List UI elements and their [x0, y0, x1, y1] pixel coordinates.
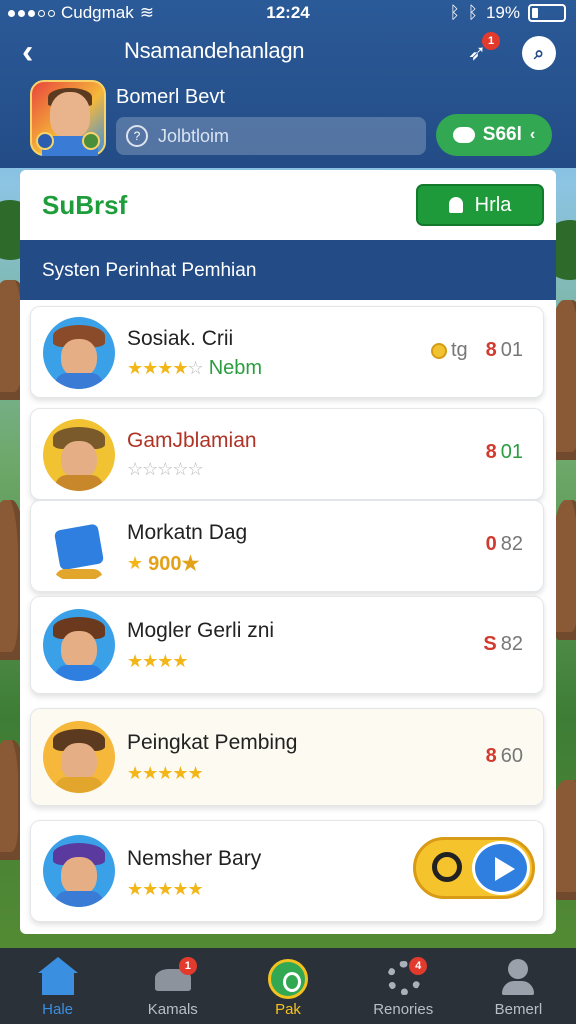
status-bar: Cudgmak ≋ 12:24 ᛒ ᛒ 19%: [0, 0, 576, 26]
notification-badge: 1: [482, 32, 500, 50]
help-icon: ?: [126, 125, 148, 147]
tab-renories[interactable]: 4 Renories: [346, 948, 461, 1024]
notification-badge: 4: [409, 957, 428, 975]
star-rating: ★★★★: [127, 358, 189, 378]
list-item-name: GamJblamian: [127, 429, 257, 452]
star-rating: ★★★★: [127, 651, 189, 671]
coin-label: tg: [450, 339, 468, 361]
top-action-label: Hrla: [474, 193, 512, 216]
value-primary: 0: [485, 533, 497, 555]
battery-percent: 19%: [485, 3, 520, 22]
play-icon: [472, 841, 530, 895]
value-secondary: 60: [500, 745, 523, 767]
quest-icon: [432, 852, 462, 882]
username: Bomerl Bevt: [116, 86, 225, 108]
list-item[interactable]: Morkatn Dag ★ 900★ 0 82: [30, 500, 544, 592]
list-item-name: Mogler Gerli zni: [127, 619, 275, 642]
content-panel: SuBrsf Hrla Systen Perinhat Pemhian Sosi…: [20, 170, 556, 934]
value-primary: S: [483, 633, 497, 655]
notification-badge: 1: [178, 957, 197, 975]
search-input[interactable]: [158, 125, 398, 147]
value-primary: 8: [485, 339, 497, 361]
list-item[interactable]: Peingkat Pembing ★★★★★ 8 60: [30, 708, 544, 806]
bell-icon: [448, 197, 463, 213]
bluetooth-icon: ᛒ: [449, 3, 460, 22]
coin-button[interactable]: S66l ‹: [436, 114, 552, 156]
star-rating: ★★★★★: [127, 879, 204, 899]
coin-icon: [430, 342, 447, 359]
app-header: Cudgmak ≋ 12:24 ᛒ ᛒ 19% ‹ Nsamandehanlag…: [0, 0, 576, 168]
avatar: [43, 609, 115, 681]
tab-bemerl[interactable]: Bemerl: [461, 948, 576, 1024]
star-rating: ★: [127, 553, 143, 573]
list-item-name: Sosiak. Crii: [127, 327, 234, 350]
tab-home[interactable]: Hale: [0, 948, 115, 1024]
list-item[interactable]: Mogler Gerli zni ★★★★ S 82: [30, 596, 544, 694]
battery-icon: [528, 4, 566, 22]
list-item-tag: Nebm: [208, 357, 263, 379]
list-item-tag: 900★: [148, 553, 200, 575]
back-button[interactable]: ‹: [22, 34, 33, 70]
tab-label: Hale: [42, 1001, 74, 1018]
avatar: [43, 419, 115, 491]
bottom-tab-bar: Hale 1 Kamals Pak 4 Renories Bemerl: [0, 948, 576, 1024]
empty-stars: ☆☆☆☆☆: [127, 459, 204, 479]
tab-label: Pak: [275, 1001, 301, 1018]
section-header: Systen Perinhat Pemhian: [20, 240, 556, 300]
share-button[interactable]: ➶ 1: [460, 32, 500, 70]
search-box[interactable]: ?: [116, 117, 426, 155]
cash-icon: [452, 127, 475, 143]
nav-bar: ‹ Nsamandehanlagn ➶ 1 ⌕: [0, 30, 576, 74]
value-secondary: 82: [500, 633, 523, 655]
value-primary: 8: [485, 745, 497, 767]
phone-icon: [268, 959, 308, 999]
list-item[interactable]: Sosiak. Crii ★★★★☆ Nebm tg 8 01: [30, 306, 544, 398]
bluetooth-icon-2: ᛒ: [467, 3, 478, 22]
chevron-icon: ‹: [529, 126, 536, 143]
coin-button-label: S66l: [482, 124, 522, 145]
empty-stars: ☆: [187, 358, 204, 378]
panel-title: SuBrsf: [42, 190, 128, 220]
tab-label: Renories: [373, 1001, 434, 1018]
shield-icon: [43, 511, 115, 583]
tab-label: Kamals: [147, 1001, 198, 1018]
value-secondary: 01: [500, 441, 523, 463]
star-rating: ★★★★★: [127, 763, 204, 783]
list-item[interactable]: GamJblamian ☆☆☆☆☆ 8 01: [30, 408, 544, 500]
profile-icon: [502, 959, 535, 995]
tab-pak[interactable]: Pak: [230, 948, 345, 1024]
search-button[interactable]: ⌕: [522, 36, 556, 70]
avatar[interactable]: [30, 80, 106, 156]
tab-label: Bemerl: [494, 1001, 543, 1018]
play-button[interactable]: [413, 837, 535, 899]
list-item-name: Morkatn Dag: [127, 521, 248, 544]
value-secondary: 82: [500, 533, 523, 555]
page-title: Nsamandehanlagn: [124, 38, 305, 63]
avatar: [43, 317, 115, 389]
top-action-button[interactable]: Hrla: [416, 184, 544, 226]
list-item-name: Peingkat Pembing: [127, 731, 298, 754]
search-icon: ⌕: [533, 42, 545, 63]
tab-kamals[interactable]: 1 Kamals: [115, 948, 230, 1024]
avatar: [43, 721, 115, 793]
list-item[interactable]: Nemsher Bary ★★★★★: [30, 820, 544, 922]
avatar: [43, 835, 115, 907]
value-primary: 8: [485, 441, 497, 463]
value-secondary: 01: [500, 339, 523, 361]
list-item-name: Nemsher Bary: [127, 847, 262, 870]
home-icon: [37, 957, 78, 995]
